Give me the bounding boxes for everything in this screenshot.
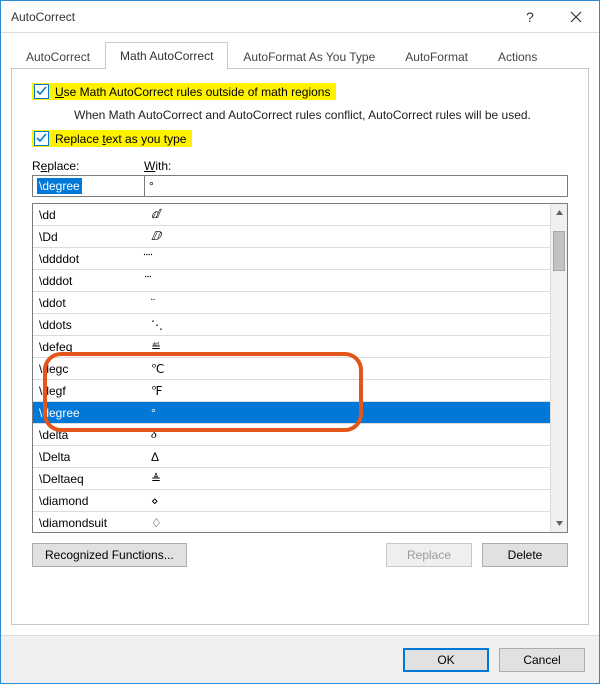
row-replace-cell: \ddot <box>33 296 145 310</box>
tab-page-math-autocorrect: Use Math AutoCorrect rules outside of ma… <box>11 69 589 625</box>
replace-input-value: \degree <box>37 178 82 194</box>
replace-input[interactable]: \degree <box>32 175 144 197</box>
tab-actions[interactable]: Actions <box>483 43 552 70</box>
checkbox-use-outside-label: Use Math AutoCorrect rules outside of ma… <box>55 85 330 99</box>
row-replace-cell: \Delta <box>33 450 145 464</box>
row-with-cell: ≝ <box>145 340 550 354</box>
row-replace-cell: \ddddot <box>33 252 145 266</box>
table-row[interactable]: \deltaδ <box>33 424 550 446</box>
row-with-cell: ℃ <box>145 362 550 376</box>
scroll-up-icon[interactable] <box>551 204 568 221</box>
table-row[interactable]: \ddⅆ <box>33 204 550 226</box>
ok-button[interactable]: OK <box>403 648 489 672</box>
scrollbar[interactable] <box>550 204 567 532</box>
checkbox-use-outside[interactable] <box>34 84 49 99</box>
row-with-cell: ⋄ <box>145 494 550 508</box>
row-replace-cell: \Deltaeq <box>33 472 145 486</box>
table-row[interactable]: \diamondsuit♢ <box>33 512 550 532</box>
scroll-track[interactable] <box>551 221 567 515</box>
delete-button[interactable]: Delete <box>482 543 568 567</box>
table-row[interactable]: \degree° <box>33 402 550 424</box>
replace-button: Replace <box>386 543 472 567</box>
list-button-row: Recognized Functions... Replace Delete <box>32 543 568 567</box>
table-row[interactable]: \DeltaΔ <box>33 446 550 468</box>
replace-column-label: Replace: <box>32 159 144 173</box>
recognized-functions-button[interactable]: Recognized Functions... <box>32 543 187 567</box>
table-row[interactable]: \ddddot⃜ <box>33 248 550 270</box>
highlight: Replace text as you type <box>32 130 192 147</box>
row-replace-cell: \degc <box>33 362 145 376</box>
dialog-button-bar: OK Cancel <box>1 635 599 683</box>
row-replace-cell: \degree <box>33 406 145 420</box>
row-replace-cell: \degf <box>33 384 145 398</box>
row-with-cell: ♢ <box>145 516 550 530</box>
svg-text:?: ? <box>526 10 534 24</box>
row-with-cell: ° <box>145 406 550 420</box>
row-with-cell: ⅅ <box>145 229 550 244</box>
table-row[interactable]: \ddot¨ <box>33 292 550 314</box>
cancel-button[interactable]: Cancel <box>499 648 585 672</box>
input-row: \degree ° <box>32 175 568 197</box>
row-with-cell: ⃜ <box>145 252 550 266</box>
checkbox-replace-as-you-type[interactable] <box>34 131 49 146</box>
tab-strip: AutoCorrect Math AutoCorrect AutoFormat … <box>11 39 589 69</box>
row-with-cell: ⃛ <box>145 274 550 288</box>
list-body[interactable]: \ddⅆ\Ddⅅ\ddddot⃜\dddot⃛\ddot¨\ddots⋱\def… <box>33 204 550 532</box>
tab-autocorrect[interactable]: AutoCorrect <box>11 43 105 70</box>
row-replace-cell: \diamondsuit <box>33 516 145 530</box>
row-with-cell: ¨ <box>145 296 550 310</box>
row-replace-cell: \diamond <box>33 494 145 508</box>
table-row[interactable]: \degc℃ <box>33 358 550 380</box>
table-row[interactable]: \Ddⅅ <box>33 226 550 248</box>
row-replace-cell: \delta <box>33 428 145 442</box>
autocorrect-list: \ddⅆ\Ddⅅ\ddddot⃜\dddot⃛\ddot¨\ddots⋱\def… <box>32 203 568 533</box>
row-with-cell: ⅆ <box>145 207 550 222</box>
row-with-cell: ℉ <box>145 384 550 398</box>
help-button[interactable]: ? <box>507 1 553 33</box>
row-with-cell: ⋱ <box>145 318 550 332</box>
conflict-info-text: When Math AutoCorrect and AutoCorrect ru… <box>74 108 576 122</box>
table-row[interactable]: \ddots⋱ <box>33 314 550 336</box>
with-column-label: With: <box>144 159 171 173</box>
table-row[interactable]: \dddot⃛ <box>33 270 550 292</box>
table-row[interactable]: \degf℉ <box>33 380 550 402</box>
table-row[interactable]: \Deltaeq≜ <box>33 468 550 490</box>
with-input-value: ° <box>149 179 154 193</box>
tab-autoformat[interactable]: AutoFormat <box>390 43 483 70</box>
client-area: AutoCorrect Math AutoCorrect AutoFormat … <box>1 33 599 635</box>
scroll-thumb[interactable] <box>553 231 565 271</box>
row-replace-cell: \dddot <box>33 274 145 288</box>
close-button[interactable] <box>553 1 599 33</box>
checkbox-replace-as-you-type-label: Replace text as you type <box>55 132 186 146</box>
row-with-cell: Δ <box>145 450 550 464</box>
highlight: Use Math AutoCorrect rules outside of ma… <box>32 83 336 100</box>
row-replace-cell: \defeq <box>33 340 145 354</box>
window-title: AutoCorrect <box>1 10 75 24</box>
scroll-down-icon[interactable] <box>551 515 568 532</box>
tab-autoformat-as-you-type[interactable]: AutoFormat As You Type <box>228 43 390 70</box>
with-input[interactable]: ° <box>144 175 568 197</box>
row-replace-cell: \Dd <box>33 230 145 244</box>
autocorrect-dialog: AutoCorrect ? AutoCorrect Math AutoCorre… <box>0 0 600 684</box>
titlebar: AutoCorrect ? <box>1 1 599 33</box>
column-labels: Replace: With: <box>32 159 576 173</box>
tab-math-autocorrect[interactable]: Math AutoCorrect <box>105 42 228 70</box>
row-with-cell: ≜ <box>145 472 550 486</box>
row-replace-cell: \ddots <box>33 318 145 332</box>
table-row[interactable]: \diamond⋄ <box>33 490 550 512</box>
row-with-cell: δ <box>145 427 550 442</box>
row-replace-cell: \dd <box>33 208 145 222</box>
table-row[interactable]: \defeq≝ <box>33 336 550 358</box>
